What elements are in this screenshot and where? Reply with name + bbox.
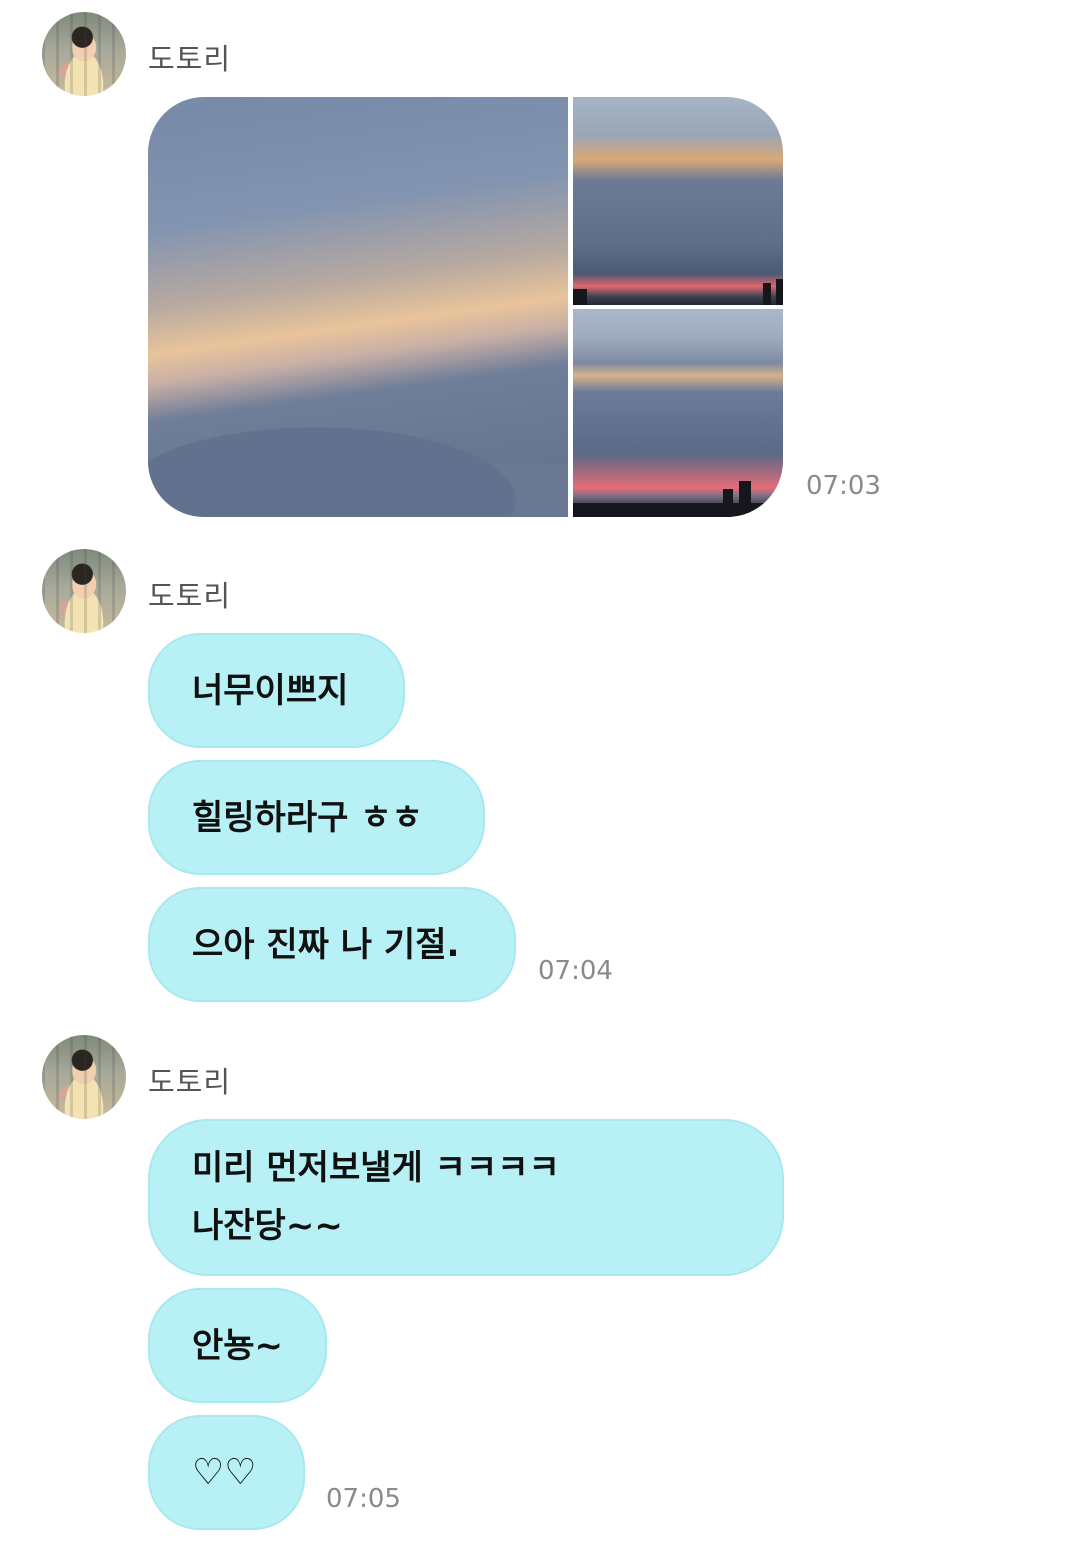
sender-name: 도토리 <box>148 579 232 613</box>
message-text: 나잔당~~ <box>192 1206 343 1246</box>
avatar[interactable] <box>42 549 126 633</box>
message-text: 너무이쁘지 <box>192 670 349 711</box>
message-text: 안뇽~ <box>192 1325 284 1366</box>
sender-name: 도토리 <box>148 1065 232 1099</box>
message-bubble[interactable]: ♡♡ <box>148 1415 305 1530</box>
sender-name: 도토리 <box>148 42 232 76</box>
sky-photo-3[interactable] <box>573 309 783 517</box>
sky-photo-2[interactable] <box>573 97 783 305</box>
sky-photo-1[interactable] <box>148 97 568 517</box>
message-bubble[interactable]: 미리 먼저보낼게 ㅋㅋㅋㅋ 나잔당~~ <box>148 1119 784 1276</box>
message-bubble[interactable]: 너무이쁘지 <box>148 633 405 748</box>
message-text: ♡♡ <box>192 1451 257 1493</box>
avatar[interactable] <box>42 12 126 96</box>
message-bubble[interactable]: 으아 진짜 나 기절. <box>148 887 516 1002</box>
message-text: 힐링하라구 ㅎㅎ <box>192 797 423 838</box>
message-bubble[interactable]: 힐링하라구 ㅎㅎ <box>148 760 485 875</box>
timestamp: 07:03 <box>806 471 881 501</box>
message-text: 으아 진짜 나 기절. <box>192 924 460 965</box>
message-text: 미리 먼저보낼게 ㅋㅋㅋㅋ <box>192 1148 560 1188</box>
timestamp: 07:05 <box>326 1484 401 1514</box>
photo-album[interactable] <box>148 97 783 517</box>
message-bubble[interactable]: 안뇽~ <box>148 1288 327 1403</box>
avatar[interactable] <box>42 1035 126 1119</box>
timestamp: 07:04 <box>538 956 613 986</box>
